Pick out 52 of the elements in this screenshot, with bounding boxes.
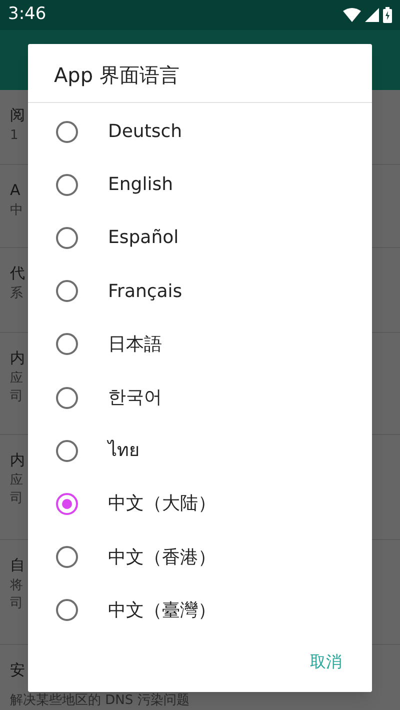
radio-button[interactable] [56, 226, 78, 249]
language-label: English [108, 173, 173, 198]
setting-subtitle: 应 [10, 371, 23, 387]
setting-subtitle: 中 [10, 203, 23, 219]
radio-button[interactable] [56, 120, 78, 143]
setting-title: 阅 [10, 105, 25, 126]
language-label: ไทย [108, 438, 140, 464]
setting-title: 安 [10, 660, 25, 681]
setting-subtitle: 应 [10, 473, 23, 489]
radio-button[interactable] [56, 386, 78, 409]
setting-subtitle: 司 [10, 389, 23, 405]
language-label: 中文（大陆） [108, 492, 216, 516]
setting-title: 自 [10, 555, 25, 576]
radio-button[interactable] [56, 280, 78, 302]
radio-button[interactable] [56, 599, 78, 622]
radio-button[interactable] [56, 174, 78, 196]
radio-button[interactable] [56, 546, 78, 568]
battery-icon [383, 7, 392, 23]
setting-subtitle: 系 [10, 286, 23, 302]
signal-icon [365, 8, 379, 22]
radio-button[interactable] [56, 440, 78, 462]
language-option[interactable]: 中文（香港） [28, 530, 372, 584]
radio-button[interactable] [56, 333, 78, 356]
language-option[interactable]: Deutsch [28, 105, 372, 158]
setting-subtitle: 司 [10, 491, 23, 507]
language-option[interactable]: Français [28, 264, 372, 318]
language-option[interactable]: 한국어 [28, 370, 372, 424]
wifi-icon [343, 8, 361, 22]
radio-button[interactable] [56, 492, 78, 515]
language-label: Français [108, 280, 182, 304]
status-time: 3:46 [8, 3, 46, 26]
language-label: 日本語 [108, 332, 162, 357]
setting-subtitle: 将 [10, 578, 23, 594]
setting-title: 内 [10, 348, 25, 369]
language-option[interactable]: English [28, 158, 372, 212]
language-label: Deutsch [108, 120, 182, 144]
language-label: 한국어 [108, 386, 162, 410]
language-label: Español [108, 226, 179, 250]
setting-subtitle: 1 [10, 128, 18, 144]
setting-title: 代 [10, 263, 25, 284]
language-option[interactable]: ไทย [28, 424, 372, 478]
setting-title: 内 [10, 450, 25, 471]
setting-subtitle: 司 [10, 596, 23, 612]
setting-subtitle: 解决某些地区的 DNS 污染问题 [10, 693, 190, 709]
setting-title: A [10, 180, 20, 201]
language-label: 中文（香港） [108, 546, 216, 570]
language-option[interactable]: Español [28, 211, 372, 265]
dialog-title: App 界面语言 [54, 62, 180, 89]
language-label: 中文（臺灣） [108, 598, 216, 623]
language-option[interactable]: 中文（臺灣） [28, 584, 372, 637]
language-option[interactable]: 中文（大陆） [28, 477, 372, 530]
language-option[interactable]: 日本語 [28, 318, 372, 371]
